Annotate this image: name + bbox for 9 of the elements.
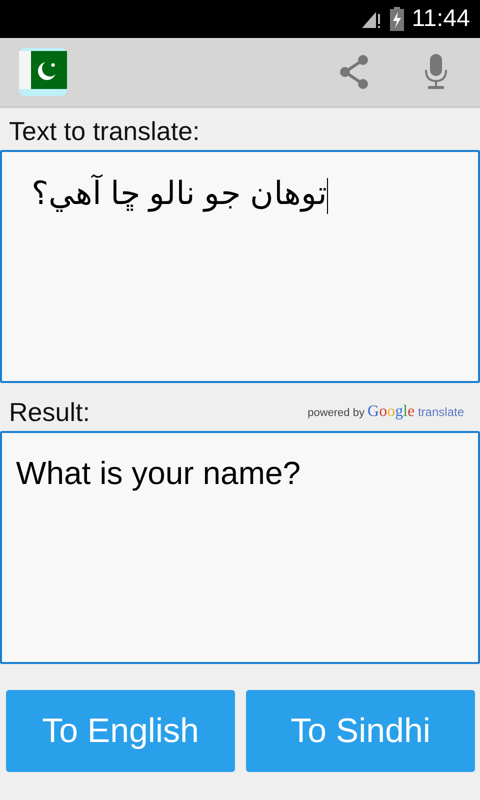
field-label: Result: [9, 397, 90, 427]
clock: 11:44 [412, 5, 470, 33]
attribution-logo: powered by Google translate [308, 403, 465, 422]
text-cursor [327, 178, 328, 214]
battery-icon [390, 7, 404, 31]
text-input-field[interactable]: توهان جو نالو ڇا آهي؟ [0, 150, 480, 383]
flag-icon [19, 48, 67, 96]
result-field[interactable]: What is your name? [0, 431, 480, 664]
field-label: Text to translate: [9, 116, 200, 146]
